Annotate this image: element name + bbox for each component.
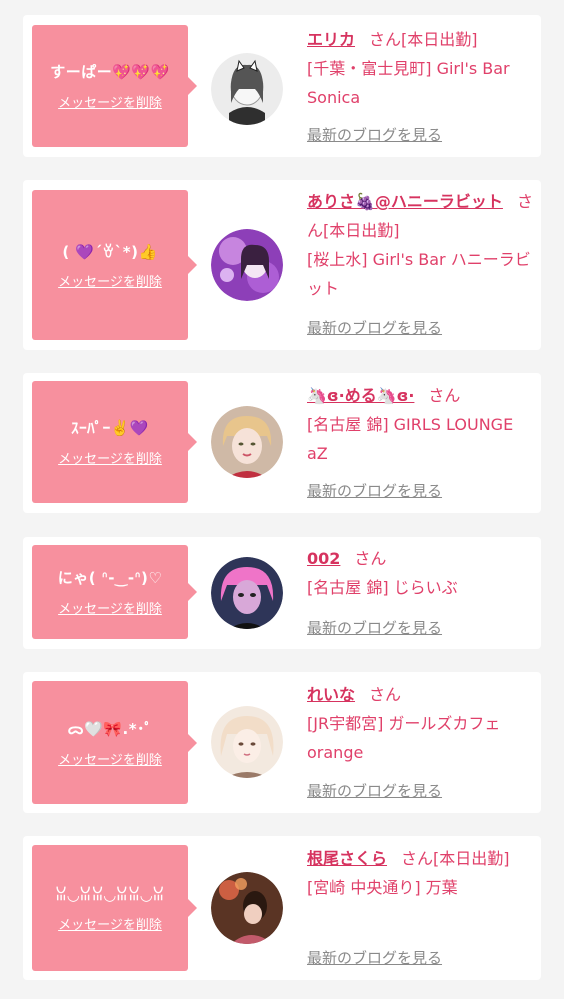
honorific: さん bbox=[369, 30, 402, 49]
latest-blog-link[interactable]: 最新のブログを見る bbox=[307, 780, 442, 801]
shop-info: [桜上水] Girl's Bar ハニーラビット bbox=[307, 250, 531, 298]
cast-info: れいな さん [JR宇都宮] ガールズカフェ orange bbox=[307, 680, 539, 767]
avatar-image bbox=[211, 53, 283, 125]
cast-name-link[interactable]: 根尾さくら bbox=[307, 849, 387, 868]
message-bubble: ꈍ◡ꈍꈍ◡ꈍꈍ◡ꈍ メッセージを削除 bbox=[32, 845, 197, 971]
avatar-image bbox=[211, 406, 283, 478]
delete-message-link[interactable]: メッセージを削除 bbox=[58, 914, 162, 933]
cast-info: ありさ🍇@ハニーラビット さん[本日出勤] [桜上水] Girl's Bar ハニ… bbox=[307, 187, 539, 303]
delete-message-link[interactable]: メッセージを削除 bbox=[58, 271, 162, 290]
avatar-image bbox=[211, 557, 283, 629]
favorite-list: すーぱー💖💖💖 メッセージを削除 エリカ さん[本日出勤] [千葉・富士見町] G… bbox=[0, 0, 564, 999]
latest-blog-link[interactable]: 最新のブログを見る bbox=[307, 317, 442, 338]
cast-name-link[interactable]: エリカ bbox=[307, 30, 355, 49]
avatar[interactable] bbox=[211, 406, 283, 478]
message-text: ꈍ◡ꈍꈍ◡ꈍꈍ◡ꈍ bbox=[55, 885, 165, 904]
shop-info: [宮崎 中央通り] 万葉 bbox=[307, 878, 458, 897]
latest-blog-link[interactable]: 最新のブログを見る bbox=[307, 617, 442, 638]
message-bubble: すーぱー💖💖💖 メッセージを削除 bbox=[32, 25, 197, 147]
message-text: にゃ( ᐢ-‿-ᐢ)♡ bbox=[57, 569, 163, 587]
cast-name-link[interactable]: れいな bbox=[307, 685, 355, 704]
delete-message-link[interactable]: メッセージを削除 bbox=[58, 598, 162, 617]
cast-info: 002 さん [名古屋 錦] じらいぶ bbox=[307, 544, 539, 602]
avatar[interactable] bbox=[211, 706, 283, 778]
shop-info: [JR宇都宮] ガールズカフェ orange bbox=[307, 714, 501, 762]
honorific: さん bbox=[428, 386, 461, 405]
attendance-status: [本日出勤] bbox=[433, 849, 510, 868]
honorific: さん bbox=[354, 549, 387, 568]
avatar[interactable] bbox=[211, 872, 283, 944]
favorite-card: ᯅ🤍🎀.*･ﾟ メッセージを削除 れいな さん [JR宇都宮] ガールズカフェ o… bbox=[23, 672, 541, 813]
latest-blog-link[interactable]: 最新のブログを見る bbox=[307, 480, 442, 501]
shop-info: [千葉・富士見町] Girl's Bar Sonica bbox=[307, 59, 510, 107]
shop-info: [名古屋 錦] じらいぶ bbox=[307, 578, 458, 597]
avatar-image bbox=[211, 229, 283, 301]
favorite-card: すーぱー💖💖💖 メッセージを削除 エリカ さん[本日出勤] [千葉・富士見町] G… bbox=[23, 15, 541, 157]
latest-blog-link[interactable]: 最新のブログを見る bbox=[307, 947, 442, 968]
message-bubble: ( 💜´ꈊ`*)👍 メッセージを削除 bbox=[32, 190, 197, 340]
message-text: ｽｰﾊﾟｰ✌️💜 bbox=[71, 419, 149, 437]
honorific: さん bbox=[401, 849, 434, 868]
delete-message-link[interactable]: メッセージを削除 bbox=[58, 92, 162, 111]
message-text: ( 💜´ꈊ`*)👍 bbox=[62, 242, 158, 261]
cast-info: 🦄ɞ·める🦄ɞ· さん [名古屋 錦] GIRLS LOUNGE aZ bbox=[307, 381, 539, 468]
avatar[interactable] bbox=[211, 229, 283, 301]
cast-info: 根尾さくら さん[本日出勤] [宮崎 中央通り] 万葉 bbox=[307, 844, 539, 902]
latest-blog-link[interactable]: 最新のブログを見る bbox=[307, 124, 442, 145]
message-text: ᯅ🤍🎀.*･ﾟ bbox=[67, 719, 153, 738]
avatar-image bbox=[211, 872, 283, 944]
cast-name-link[interactable]: 🦄ɞ·める🦄ɞ· bbox=[307, 386, 414, 405]
avatar-image bbox=[211, 706, 283, 778]
shop-info: [名古屋 錦] GIRLS LOUNGE aZ bbox=[307, 415, 514, 463]
attendance-status: [本日出勤] bbox=[401, 30, 478, 49]
cast-info: エリカ さん[本日出勤] [千葉・富士見町] Girl's Bar Sonica bbox=[307, 25, 539, 112]
avatar[interactable] bbox=[211, 53, 283, 125]
message-bubble: にゃ( ᐢ-‿-ᐢ)♡ メッセージを削除 bbox=[32, 545, 197, 639]
cast-name-link[interactable]: 002 bbox=[307, 549, 340, 568]
attendance-status: [本日出勤] bbox=[323, 221, 400, 240]
honorific: さん bbox=[369, 685, 402, 704]
favorite-card: ｽｰﾊﾟｰ✌️💜 メッセージを削除 🦄ɞ·める🦄ɞ· さん [名古屋 錦] GIR… bbox=[23, 373, 541, 513]
message-text: すーぱー💖💖💖 bbox=[50, 63, 170, 81]
avatar[interactable] bbox=[211, 557, 283, 629]
favorite-card: ꈍ◡ꈍꈍ◡ꈍꈍ◡ꈍ メッセージを削除 根尾さくら さん[本日出勤] [宮崎 中央通… bbox=[23, 836, 541, 980]
message-bubble: ｽｰﾊﾟｰ✌️💜 メッセージを削除 bbox=[32, 381, 197, 503]
message-bubble: ᯅ🤍🎀.*･ﾟ メッセージを削除 bbox=[32, 681, 197, 804]
cast-name-link[interactable]: ありさ🍇@ハニーラビット bbox=[307, 192, 503, 211]
favorite-card: ( 💜´ꈊ`*)👍 メッセージを削除 ありさ🍇@ハニーラビット さん[本日出勤] … bbox=[23, 180, 541, 350]
delete-message-link[interactable]: メッセージを削除 bbox=[58, 749, 162, 768]
favorite-card: にゃ( ᐢ-‿-ᐢ)♡ メッセージを削除 002 さん [名古屋 錦] じらいぶ … bbox=[23, 537, 541, 649]
delete-message-link[interactable]: メッセージを削除 bbox=[58, 448, 162, 467]
